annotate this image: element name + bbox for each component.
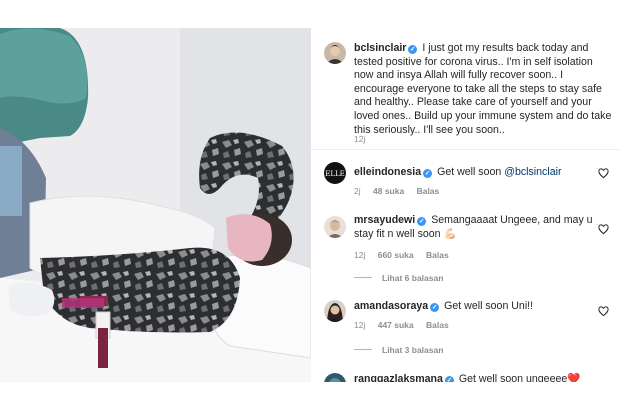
comment-body: Get well soon	[437, 166, 505, 178]
comment-body: Get well soon Uni!!	[444, 300, 534, 312]
comment-time[interactable]: 2j	[354, 186, 361, 196]
heart-icon[interactable]	[598, 306, 609, 317]
view-replies-button[interactable]: Lihat 6 balasan	[354, 273, 443, 283]
comment-meta: 12j 660 suka Balas	[354, 250, 459, 260]
mention-link[interactable]: @bclsinclair	[504, 166, 561, 178]
verified-icon: ✓	[430, 303, 440, 312]
replies-divider	[354, 277, 372, 278]
post-username[interactable]: bclsinclair	[354, 42, 406, 54]
comment-text: mrsayudewi ✓ Semangaaaat Ungeee, and may …	[354, 214, 594, 241]
post-photo	[0, 28, 311, 382]
comment-body: Get well soon ungeeee❤️	[458, 373, 581, 382]
comment-meta: 12j 447 suka Balas	[354, 320, 459, 330]
reply-button[interactable]: Balas	[426, 320, 449, 330]
verified-icon: ✓	[444, 376, 454, 382]
avatar[interactable]: ELLE	[324, 162, 346, 184]
avatar[interactable]	[324, 42, 346, 64]
verified-icon: ✓	[417, 217, 427, 226]
replies-divider	[354, 349, 372, 350]
comment-time[interactable]: 12j	[354, 250, 365, 260]
post-caption: bclsinclair ✓ I just got my results back …	[354, 42, 612, 137]
comment-username[interactable]: mrsayudewi	[354, 214, 415, 226]
comment-username[interactable]: elleindonesia	[354, 166, 421, 178]
heart-icon[interactable]	[598, 168, 609, 179]
comments-panel: bclsinclair ✓ I just got my results back …	[311, 28, 620, 382]
view-replies-button[interactable]: Lihat 3 balasan	[354, 345, 443, 355]
comment-text: amandasoraya ✓ Get well soon Uni!!	[354, 300, 594, 314]
comment-likes[interactable]: 660 suka	[378, 250, 414, 260]
avatar[interactable]	[324, 373, 346, 382]
comment-username[interactable]: amandasoraya	[354, 300, 428, 312]
avatar-logo-text: ELLE	[325, 170, 345, 178]
verified-icon: ✓	[423, 169, 433, 178]
comment-meta: 2j 48 suka Balas	[354, 186, 449, 196]
reply-button[interactable]: Balas	[426, 250, 449, 260]
comment-likes[interactable]: 48 suka	[373, 186, 404, 196]
comment-time[interactable]: 12j	[354, 320, 365, 330]
comment-text: ranggazlaksmana ✓ Get well soon ungeeee❤️	[354, 373, 594, 382]
avatar[interactable]	[324, 216, 346, 238]
avatar[interactable]	[324, 300, 346, 322]
reply-button[interactable]: Balas	[417, 186, 440, 196]
heart-icon[interactable]	[598, 224, 609, 235]
comment-username[interactable]: ranggazlaksmana	[354, 373, 443, 382]
caption-text: I just got my results back today and tes…	[354, 42, 612, 136]
verified-icon: ✓	[408, 45, 418, 54]
view-replies-label: Lihat 3 balasan	[382, 345, 444, 355]
comment-text: elleindonesia ✓ Get well soon @bclsinclai…	[354, 166, 594, 180]
comment-likes[interactable]: 447 suka	[378, 320, 414, 330]
post-caption-block: bclsinclair ✓ I just got my results back …	[311, 28, 620, 150]
post-timestamp[interactable]: 12j	[354, 134, 365, 144]
view-replies-label: Lihat 6 balasan	[382, 273, 444, 283]
